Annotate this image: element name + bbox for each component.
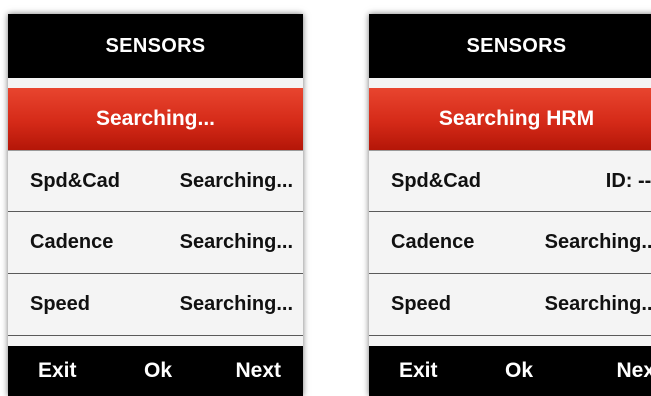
sensor-status: Searching... — [179, 293, 293, 315]
exit-softkey[interactable]: Exit — [399, 359, 438, 383]
sensor-row-cadence[interactable]: Cadence Searching... — [369, 212, 651, 274]
sensor-row-cadence[interactable]: Cadence Searching... — [8, 212, 303, 274]
search-status-bar: Searching... — [8, 88, 303, 150]
search-status-bar: Searching HRM — [369, 88, 651, 150]
sensor-label: Cadence — [391, 231, 475, 253]
exit-softkey[interactable]: Exit — [38, 359, 77, 383]
sensor-status: Searching... — [544, 293, 651, 315]
next-softkey[interactable]: Next — [616, 359, 651, 383]
sensor-label: Spd&Cad — [391, 169, 481, 192]
divider — [8, 78, 303, 88]
sensor-row-speed[interactable]: Speed Searching... — [8, 274, 303, 336]
sensor-id: ID: --- — [605, 169, 651, 192]
screen-title: SENSORS — [369, 14, 651, 78]
sensors-screen-2: SENSORS Searching HRM Spd&Cad ID: --- Ca… — [369, 14, 651, 396]
ok-softkey[interactable]: Ok — [505, 359, 533, 383]
divider — [369, 78, 651, 88]
sensor-label: Cadence — [30, 231, 114, 253]
sensor-status: Searching... — [179, 231, 293, 253]
ok-softkey[interactable]: Ok — [144, 359, 172, 383]
next-softkey[interactable]: Next — [235, 359, 281, 383]
sensor-row-spdcad[interactable]: Spd&Cad ID: --- — [369, 150, 651, 212]
sensor-row-speed[interactable]: Speed Searching... — [369, 274, 651, 336]
sensors-screen-1: SENSORS Searching... Spd&Cad Searching..… — [8, 14, 303, 396]
softkey-bar: Exit Ok Next — [8, 346, 303, 396]
sensor-row-spdcad[interactable]: Spd&Cad Searching... — [8, 150, 303, 212]
sensor-status: Searching... — [544, 231, 651, 253]
sensor-label: Speed — [391, 293, 452, 315]
sensor-label: Spd&Cad — [30, 169, 120, 192]
sensor-label: Speed — [30, 293, 91, 315]
softkey-bar: Exit Ok Next — [369, 346, 651, 396]
sensor-status: Searching... — [179, 169, 293, 192]
screen-title: SENSORS — [8, 14, 303, 78]
